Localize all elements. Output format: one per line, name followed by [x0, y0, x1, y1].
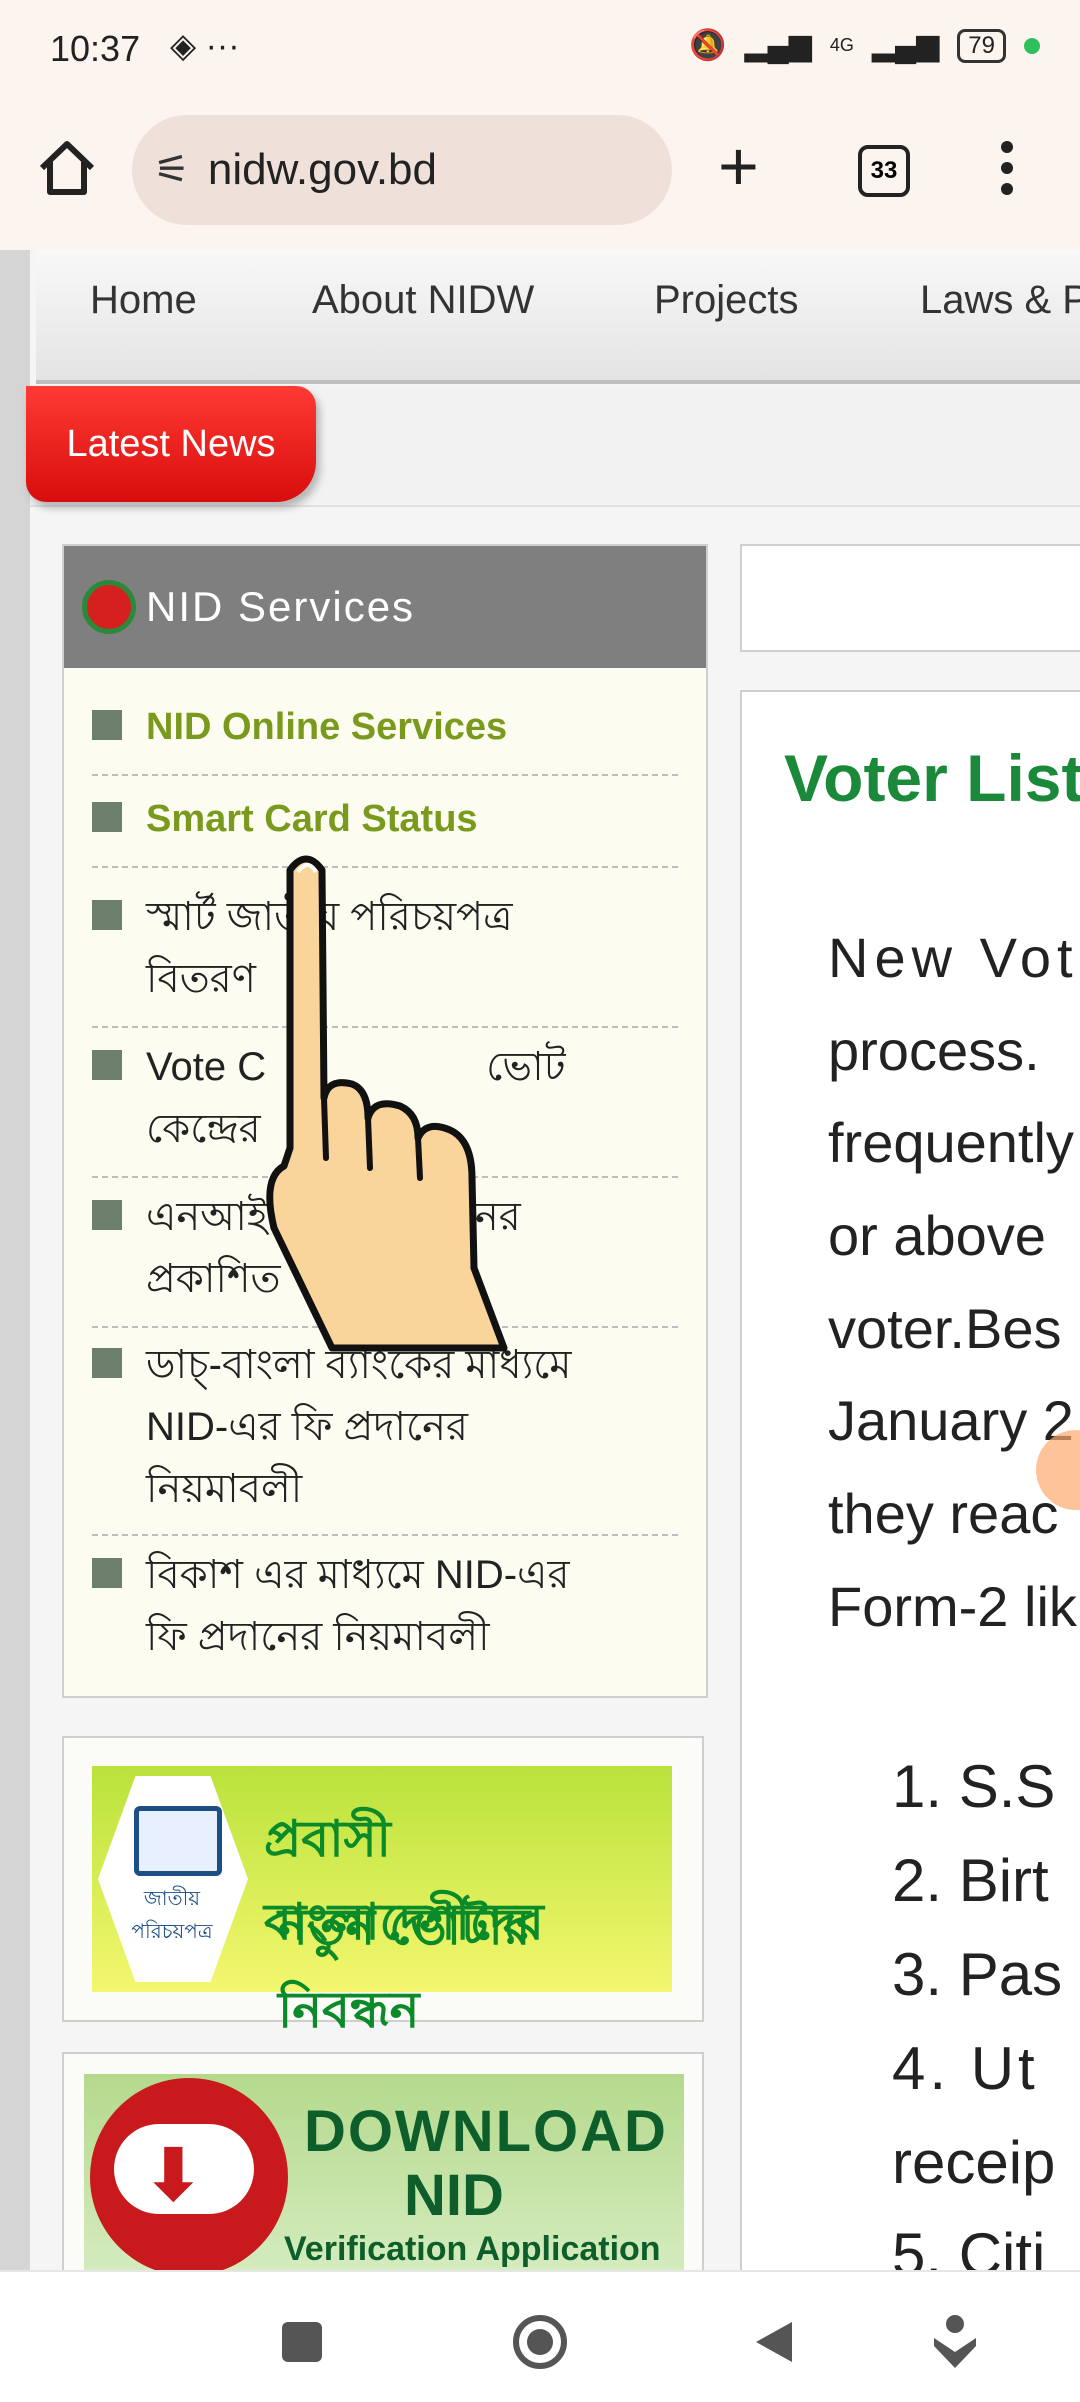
list-item: 3. Pas — [892, 1941, 1063, 2008]
network-type: 4G — [829, 35, 854, 55]
service-line: NID-এর ফি প্রদানের — [146, 1405, 468, 1449]
list-item: 5. Citi — [892, 2221, 1046, 2270]
tab-switcher-button[interactable]: 33 — [858, 145, 910, 197]
paragraph-line: Form-2 lik — [828, 1575, 1077, 1638]
banner-download-text: DOWNLOAD — [304, 2099, 668, 2164]
article-title: Voter List — [784, 741, 1080, 815]
bullet-icon — [92, 1200, 122, 1230]
service-line: নিয়মাবলী — [146, 1467, 303, 1511]
address-bar[interactable]: ⚟ nidw.gov.bd — [132, 115, 672, 225]
signal-icon-2: ▂▄▆ — [871, 29, 940, 62]
list-item: 1. S.S — [892, 1753, 1056, 1820]
paragraph-line: they reac — [828, 1482, 1059, 1545]
privacy-dot-icon — [1024, 37, 1040, 54]
bullet-icon — [92, 710, 122, 740]
banner-image[interactable]: জাতীয় পরিচয়পত্র প্রবাসী বাংলাদেশীদের ন… — [92, 1766, 672, 2038]
list-item-continuation: receip — [892, 2129, 1056, 2196]
site-nav: Home About NIDW Projects Laws & P — [36, 250, 1080, 384]
touch-pointer-hand-icon — [262, 848, 512, 1363]
browser-toolbar: ⚟ nidw.gov.bd + 33 — [0, 100, 1080, 250]
download-nid-app-banner[interactable]: ⬇ DOWNLOAD NID Verification Application — [62, 2052, 704, 2270]
nav-laws[interactable]: Laws & P — [920, 278, 1080, 323]
service-link[interactable]: বিকাশ এর মাধ্যমে NID-এর ফি প্রদানের নিয়… — [146, 1544, 569, 1674]
back-icon[interactable] — [752, 2318, 796, 2371]
notification-icons: ◈ ··· — [170, 27, 240, 65]
service-link[interactable]: ডাচ্-বাংলা ব্যাংকের মাধ্যমে NID-এর ফি প্… — [146, 1334, 572, 1534]
new-tab-icon[interactable]: + — [718, 126, 759, 206]
banner-app-text: Verification Application — [284, 2230, 661, 2268]
latest-news-label[interactable]: Latest News — [26, 386, 316, 502]
nid-services-header: NID Services — [64, 546, 706, 668]
list-item: 2. Birt — [892, 1847, 1049, 1914]
service-item-online[interactable]: NID Online Services — [92, 696, 678, 776]
bullet-icon — [92, 1348, 122, 1378]
status-bar: 10:37 ◈ ··· 🔕 ▂▄▆ 4G ▂▄▆ 79 — [0, 0, 1080, 100]
signal-icon: ▂▄▆ — [744, 29, 812, 62]
nid-services-title: NID Services — [146, 583, 416, 630]
paragraph-line: frequently — [828, 1111, 1074, 1174]
banner-image[interactable]: ⬇ DOWNLOAD NID Verification Application — [84, 2074, 684, 2270]
paragraph-line: or above — [828, 1204, 1046, 1267]
nav-about[interactable]: About NIDW — [312, 278, 534, 323]
status-time: 10:37 — [50, 28, 141, 69]
home-icon[interactable] — [36, 138, 98, 203]
service-line: Vote C — [146, 1045, 267, 1089]
id-card-icon — [134, 1806, 222, 1876]
status-right-icons: 🔕 ▂▄▆ 4G ▂▄▆ 79 — [689, 28, 1040, 63]
list-item: 4. Ut — [892, 2035, 1039, 2102]
nav-home[interactable]: Home — [90, 278, 197, 323]
bullet-icon — [92, 802, 122, 832]
service-link[interactable]: NID Online Services — [146, 696, 507, 774]
home-nav-icon[interactable] — [510, 2312, 570, 2377]
url-text[interactable]: nidw.gov.bd — [208, 145, 437, 195]
system-navigation-bar — [0, 2270, 1080, 2402]
banner-line-2: নতুন ভোটার নিবন্ধন — [278, 1899, 531, 2038]
bullet-icon — [92, 1558, 122, 1588]
service-item-dbbl-fee[interactable]: ডাচ্-বাংলা ব্যাংকের মাধ্যমে NID-এর ফি প্… — [92, 1334, 678, 1536]
expat-voter-registration-banner[interactable]: জাতীয় পরিচয়পত্র প্রবাসী বাংলাদেশীদের ন… — [62, 1736, 704, 2038]
site-settings-icon[interactable]: ⚟ — [154, 147, 190, 193]
emblem-icon — [82, 580, 136, 634]
mute-icon: 🔕 — [689, 29, 727, 62]
service-line: বিকাশ এর মাধ্যমে NID-এর — [146, 1553, 570, 1597]
paragraph-line: voter.Bes — [828, 1297, 1062, 1360]
banner-nid-text: NID — [404, 2163, 504, 2228]
assistant-icon[interactable] — [930, 2312, 980, 2377]
bullet-icon — [92, 900, 122, 930]
paragraph-line: New Vot — [828, 926, 1079, 989]
id-card-caption: জাতীয় পরিচয়পত্র — [131, 1888, 213, 1943]
service-line: ফি প্রদানের নিয়মাবলী — [146, 1615, 490, 1659]
download-arrow-icon: ⬇ — [144, 2136, 203, 2214]
web-page: Home About NIDW Projects Laws & P Latest… — [0, 250, 1080, 2270]
recents-icon[interactable] — [282, 2322, 322, 2362]
paragraph-line: process. — [828, 1019, 1040, 1082]
bullet-icon — [92, 1050, 122, 1080]
battery-icon: 79 — [957, 28, 1006, 63]
search-box-area[interactable] — [740, 544, 1080, 652]
nav-projects[interactable]: Projects — [654, 278, 799, 323]
page-edge — [0, 250, 30, 2270]
service-item-bkash-fee[interactable]: বিকাশ এর মাধ্যমে NID-এর ফি প্রদানের নিয়… — [92, 1544, 678, 1674]
paragraph-line: January 2 — [828, 1389, 1074, 1452]
more-menu-icon[interactable] — [1000, 140, 1014, 201]
